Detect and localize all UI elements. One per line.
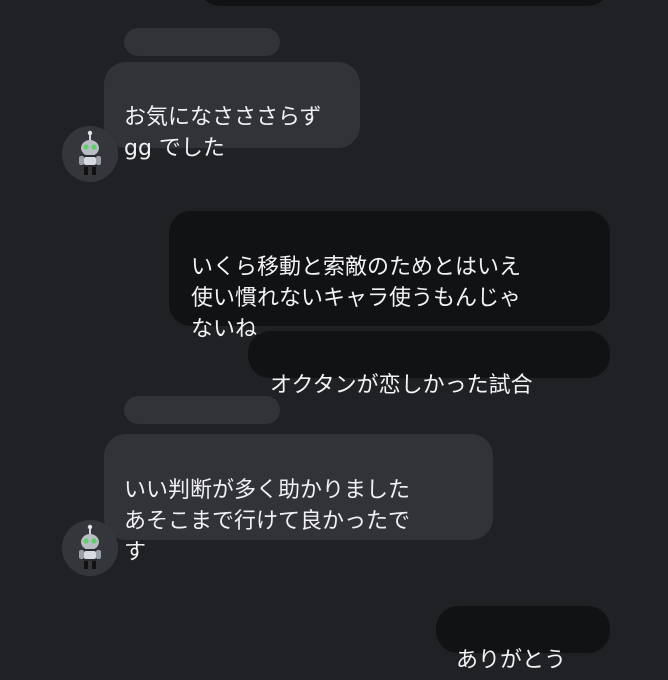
- sender-name-redacted: [124, 396, 280, 424]
- outgoing-message-bubble[interactable]: ありがとう: [436, 606, 610, 673]
- message-text: オクタンが恋しかった試合: [270, 373, 533, 398]
- incoming-message-bubble[interactable]: お気になさささらず gg でした: [104, 62, 360, 161]
- message-text: いくら移動と索敵のためとはいえ 使い慣れないキャラ使うもんじゃ ないね…: [191, 255, 522, 342]
- sender-name-redacted: [124, 28, 280, 56]
- message-text: お気になさささらず gg でした: [124, 105, 322, 161]
- message-text: いい判断が多く助かりました あそこまで行けて良かったで す: [124, 478, 411, 565]
- robot-avatar-icon[interactable]: [62, 126, 118, 182]
- incoming-message-bubble[interactable]: いい判断が多く助かりました あそこまで行けて良かったで す: [104, 434, 493, 565]
- message-text: ありがとう: [456, 648, 567, 673]
- outgoing-message-bubble[interactable]: オクタンが恋しかった試合: [248, 331, 610, 398]
- robot-avatar-icon[interactable]: [62, 520, 118, 576]
- outgoing-message-bubble[interactable]: いくら移動と索敵のためとはいえ 使い慣れないキャラ使うもんじゃ ないね…: [169, 211, 610, 342]
- outgoing-message-bubble-partial[interactable]: [198, 0, 610, 6]
